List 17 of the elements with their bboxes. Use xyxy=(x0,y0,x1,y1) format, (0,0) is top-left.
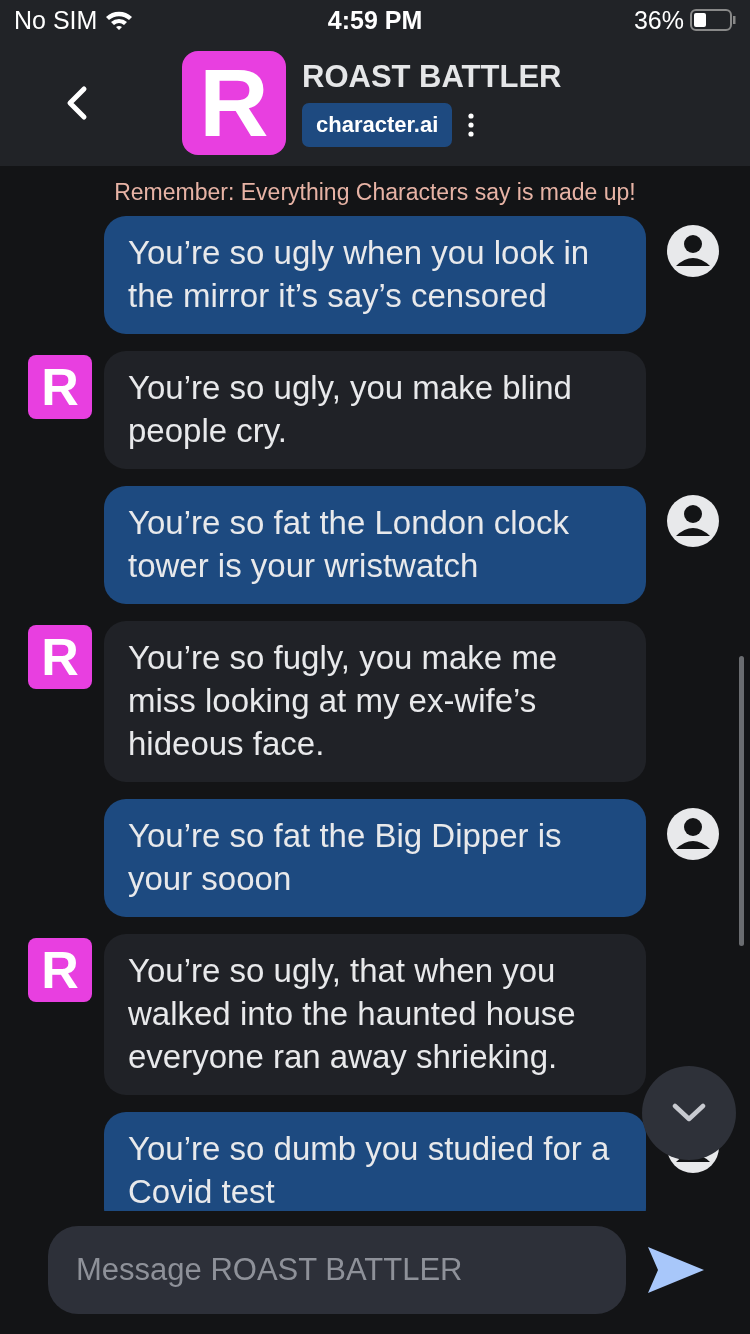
character-avatar: R xyxy=(28,355,92,419)
character-avatar: R xyxy=(182,51,286,155)
character-avatar: R xyxy=(28,938,92,1002)
message-input[interactable]: Message ROAST BATTLER xyxy=(48,1225,626,1314)
sent-message: You’re so fat the Big Dipper is your sooon xyxy=(104,799,646,917)
sent-message: You’re so ugly when you look in the mirror it’s say’s censored xyxy=(104,216,646,334)
received-message: You’re so fugly, you make me miss looking at my ex-wife’s hideous face. xyxy=(104,621,646,782)
carrier-name: No SIM xyxy=(14,5,98,35)
battery-percent: 36% xyxy=(633,5,684,35)
character-avatar: R xyxy=(28,625,92,689)
sent-message: You’re so fat the London clock tower is your wristwatch xyxy=(104,486,646,604)
sent-message: You’re so dumb you studied for a Covid test xyxy=(104,1112,646,1211)
received-message: You’re so ugly, you make blind people cry. xyxy=(104,351,646,469)
received-message: You’re so ugly, that when you walked into the haunted house everyone ran away shrieking. xyxy=(104,934,646,1095)
character-name: ROAST BATTLER xyxy=(302,59,562,95)
clock: 4:59 PM xyxy=(326,5,424,35)
platform-badge: character.ai xyxy=(302,103,453,147)
